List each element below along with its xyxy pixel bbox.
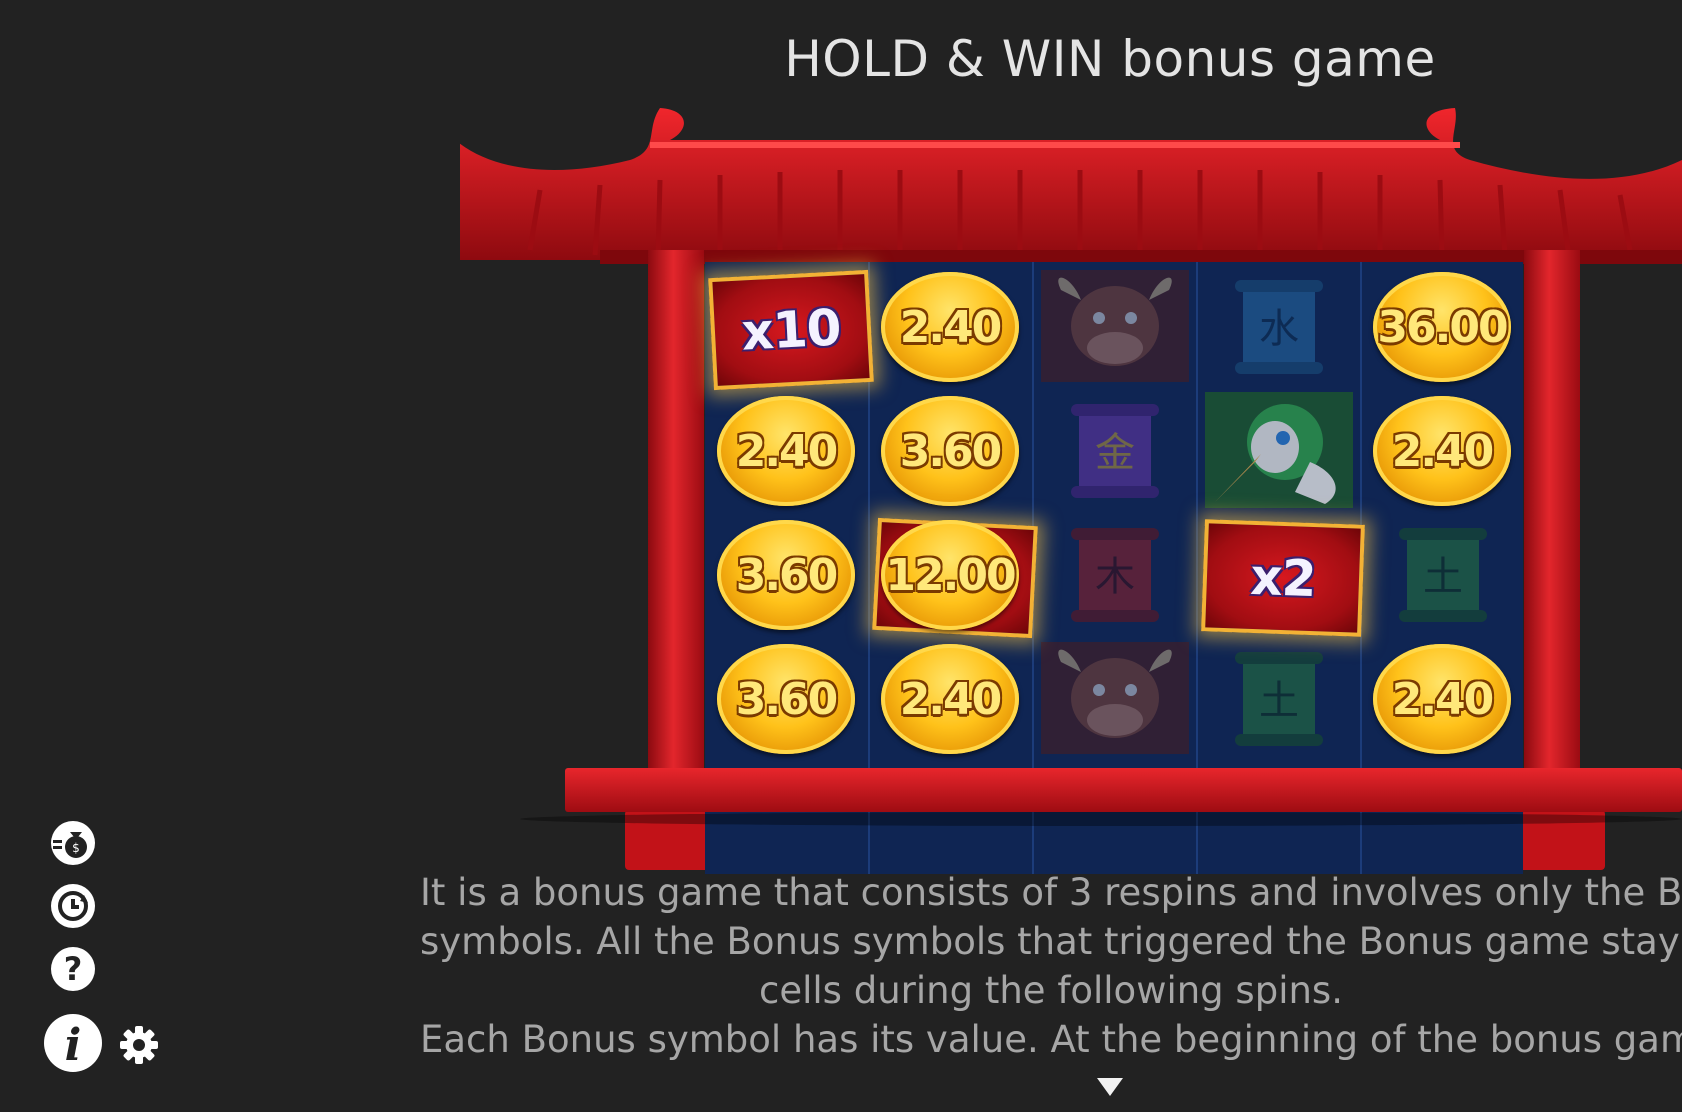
grid-cell: 金: [1033, 388, 1196, 512]
svg-text:金: 金: [1095, 430, 1135, 476]
svg-text:木: 木: [1095, 554, 1135, 600]
description-line: Each Bonus symbol has its value. At the …: [420, 1018, 1682, 1061]
temple-floor: [565, 768, 1682, 812]
settings-gear-icon[interactable]: [118, 1024, 160, 1066]
grid-cell: 木: [1033, 512, 1196, 636]
blue-scroll-water-icon: 水: [1235, 280, 1323, 374]
svg-text:i: i: [65, 1020, 82, 1071]
grid-cell: 2.40: [705, 388, 868, 512]
bonus-coin: 3.60: [717, 520, 855, 630]
grid-cell: 土: [1361, 512, 1524, 636]
multiplier-tile: x10: [708, 269, 874, 391]
bonus-description: It is a bonus game that consists of 3 re…: [420, 868, 1682, 1064]
help-icon[interactable]: ?: [48, 944, 98, 994]
temple-floor-shadow: [520, 812, 1682, 826]
grid-cell: [1197, 388, 1360, 512]
bonus-coin: 3.60: [717, 644, 855, 754]
bonus-coin: 2.40: [1373, 644, 1511, 754]
left-pillar: [648, 250, 704, 850]
grid-cell: 2.40: [869, 636, 1032, 760]
grid-cell: 36.00: [1361, 264, 1524, 388]
grid-cell: 3.60: [869, 388, 1032, 512]
grid-cell: 2.40: [1361, 388, 1524, 512]
grid-cell: [1033, 636, 1196, 760]
red-scroll-wood-icon: 木: [1071, 528, 1159, 622]
bonus-coin: 2.40: [1373, 396, 1511, 506]
grid-cell: [1033, 264, 1196, 388]
right-pillar: [1524, 250, 1580, 850]
green-scroll-earth-icon: 土: [1235, 652, 1323, 746]
bonus-coin: 2.40: [717, 396, 855, 506]
svg-text:水: 水: [1259, 306, 1299, 352]
svg-text:土: 土: [1423, 554, 1463, 600]
grid-cell: 2.40: [869, 264, 1032, 388]
green-scroll-earth-icon: 土: [1399, 528, 1487, 622]
bonus-coin: 36.00: [1373, 272, 1511, 382]
bonus-coin: 12.00: [881, 520, 1019, 630]
green-crane-symbol-icon: [1205, 392, 1353, 508]
description-line: cells during the following spins.: [759, 969, 1343, 1012]
grid-cell: 3.60: [705, 512, 868, 636]
grid-cell: 3.60: [705, 636, 868, 760]
grid-cell: 12.00: [869, 512, 1038, 639]
autoplay-icon[interactable]: [48, 881, 98, 931]
grid-cell: 2.40: [1361, 636, 1524, 760]
scroll-down-arrow-icon[interactable]: [1097, 1078, 1123, 1096]
bull-symbol-icon: [1041, 642, 1189, 754]
grid-cell: 土: [1197, 636, 1360, 760]
temple-frame: x10 2.40 水 36.00 2.40 3.60 金 2.40 3.60 1…: [460, 100, 1682, 874]
bonus-coin: 2.40: [881, 644, 1019, 754]
svg-text:土: 土: [1259, 678, 1299, 724]
grid-cell: x10: [705, 264, 874, 391]
bull-symbol-icon: [1041, 270, 1189, 382]
turbo-bag-icon[interactable]: $: [48, 818, 98, 868]
info-icon[interactable]: i: [42, 1012, 104, 1074]
multiplier-tile: x2: [1201, 519, 1365, 637]
grid-cell: x2: [1197, 512, 1365, 637]
purple-scroll-gold-icon: 金: [1071, 404, 1159, 498]
bonus-coin: 3.60: [881, 396, 1019, 506]
description-line: symbols. All the Bonus symbols that trig…: [420, 920, 1682, 963]
page-title: HOLD & WIN bonus game: [784, 30, 1436, 88]
grid-cell: 水: [1197, 264, 1360, 388]
bonus-coin: 2.40: [881, 272, 1019, 382]
svg-text:?: ?: [64, 950, 83, 988]
svg-text:$: $: [72, 841, 80, 855]
description-line: It is a bonus game that consists of 3 re…: [420, 871, 1682, 914]
